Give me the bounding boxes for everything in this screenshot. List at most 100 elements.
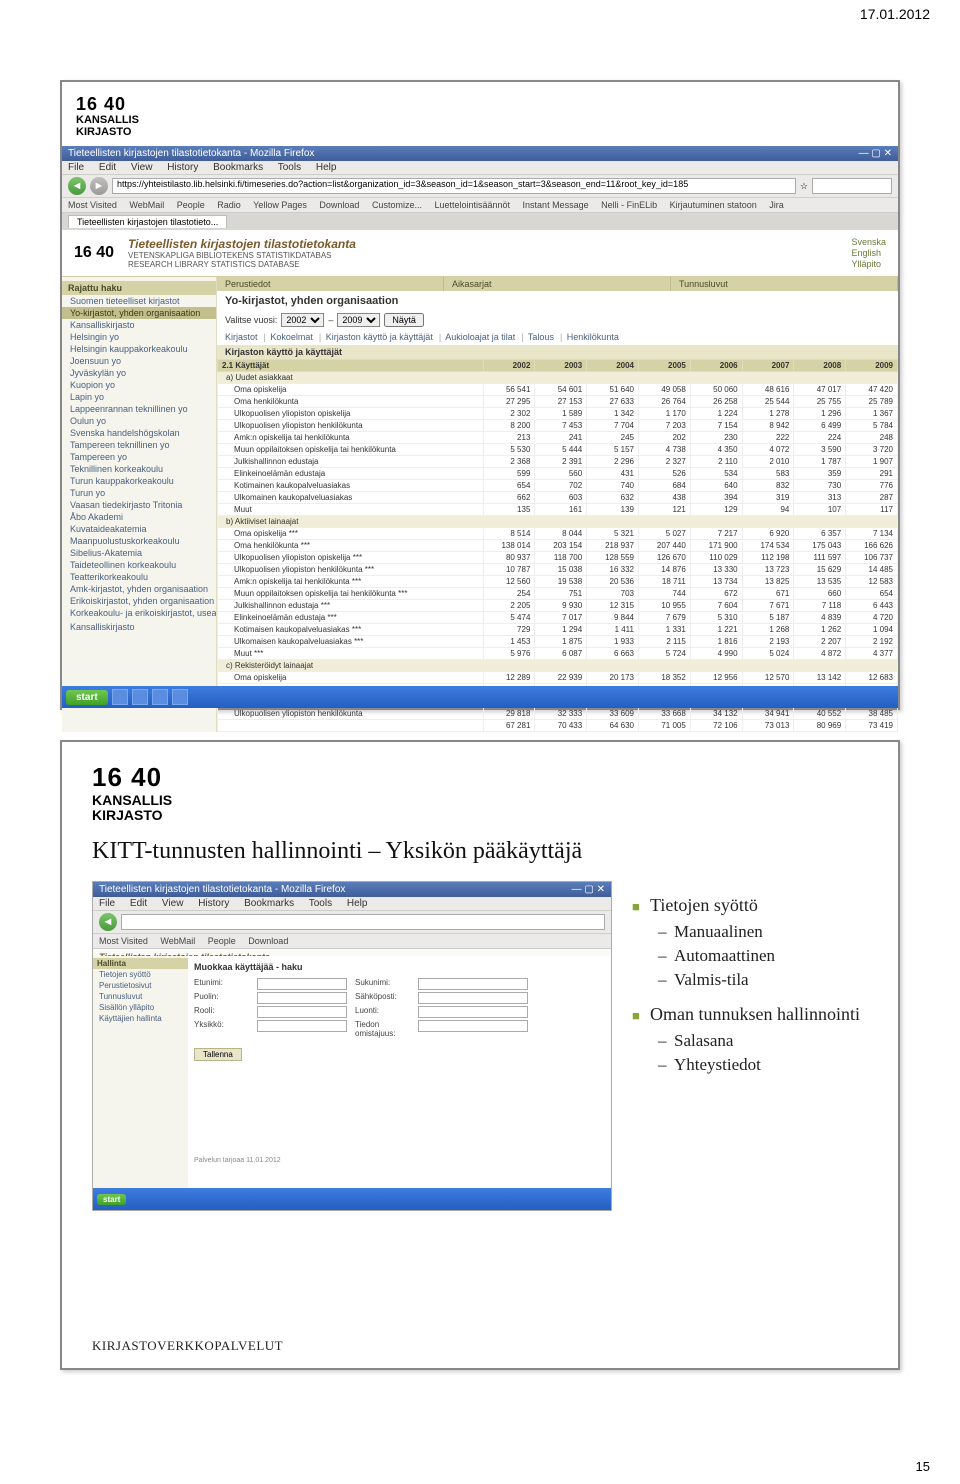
sidebar-item[interactable]: Oulun yo	[62, 415, 216, 427]
form-input[interactable]	[257, 1020, 347, 1032]
bm-4[interactable]: Yellow Pages	[253, 200, 307, 210]
mbm0[interactable]: Most Visited	[99, 936, 148, 946]
tab-timeseries[interactable]: Aikasarjat	[444, 277, 671, 291]
st-3[interactable]: Aukioloajat ja tilat	[445, 332, 515, 342]
forward-button[interactable]: ►	[90, 177, 108, 195]
task-chip[interactable]	[152, 689, 168, 705]
mini-sidebar-item[interactable]: Perustietosivut	[93, 980, 188, 991]
sidebar-item[interactable]: Sibelius-Akatemia	[62, 547, 216, 559]
mini-sidebar-item[interactable]: Sisällön ylläpito	[93, 1002, 188, 1013]
sidebar-item[interactable]: Kansalliskirjasto	[62, 319, 216, 331]
mm4[interactable]: Bookmarks	[244, 898, 294, 909]
menu-file[interactable]: File	[68, 162, 84, 173]
bm-5[interactable]: Download	[319, 200, 359, 210]
mini-sidebar-item[interactable]: Tietojen syöttö	[93, 969, 188, 980]
task-chip[interactable]	[132, 689, 148, 705]
sidebar-item[interactable]: Åbo Akademi	[62, 511, 216, 523]
mini-bookmarks[interactable]: Most Visited WebMail People Download	[93, 934, 611, 949]
sidebar-item[interactable]: Svenska handelshögskolan	[62, 427, 216, 439]
sidebar-item[interactable]: Tampereen teknillinen yo	[62, 439, 216, 451]
menu-tools[interactable]: Tools	[278, 162, 301, 173]
st-1[interactable]: Kokoelmat	[270, 332, 313, 342]
year-from[interactable]: 2002	[281, 313, 324, 327]
bm-3[interactable]: Radio	[217, 200, 241, 210]
task-chip[interactable]	[112, 689, 128, 705]
show-button[interactable]: Näytä	[384, 313, 424, 327]
mini-sidebar-item[interactable]: Käyttäjien hallinta	[93, 1013, 188, 1024]
search-box[interactable]	[812, 178, 892, 194]
sidebar-item[interactable]: Lapin yo	[62, 391, 216, 403]
sidebar-item[interactable]: Turun yo	[62, 487, 216, 499]
mm3[interactable]: History	[198, 898, 229, 909]
mbm5[interactable]: Download	[248, 936, 288, 946]
mbm1[interactable]: WebMail	[160, 936, 195, 946]
mini-start[interactable]: start	[97, 1194, 126, 1205]
sidebar-item[interactable]: Maanpuolustuskorkeakoulu	[62, 535, 216, 547]
form-input[interactable]	[257, 992, 347, 1004]
browser-menubar[interactable]: File Edit View History Bookmarks Tools H…	[62, 161, 898, 174]
form-input[interactable]	[257, 1006, 347, 1018]
bm-9[interactable]: Nelli - FinELib	[601, 200, 657, 210]
sidebar-item[interactable]: Teknillinen korkeakoulu	[62, 463, 216, 475]
form-input[interactable]	[418, 1006, 528, 1018]
form-input[interactable]	[418, 992, 528, 1004]
lang-en[interactable]: English	[851, 248, 886, 258]
sidebar-item[interactable]: Turun kauppakorkeakoulu	[62, 475, 216, 487]
sidebar-item[interactable]: Erikoiskirjastot, yhden organisaation	[62, 595, 216, 607]
bm-11[interactable]: Jira	[769, 200, 784, 210]
bookmarks-bar[interactable]: Most Visited WebMail People Radio Yellow…	[62, 198, 898, 213]
browser-tab[interactable]: Tieteellisten kirjastojen tilastotieto..…	[68, 215, 227, 228]
menu-bookmarks[interactable]: Bookmarks	[213, 162, 263, 173]
tab-indicators[interactable]: Tunnusluvut	[671, 277, 898, 291]
sidebar-item[interactable]: Kansalliskirjasto	[62, 621, 216, 633]
st-0[interactable]: Kirjastot	[225, 332, 258, 342]
bm-6[interactable]: Customize...	[372, 200, 422, 210]
menu-help[interactable]: Help	[316, 162, 337, 173]
form-input[interactable]	[418, 978, 528, 990]
sidebar-item[interactable]: Teatterikorkeakoulu	[62, 571, 216, 583]
lang-admin[interactable]: Ylläpito	[851, 259, 886, 269]
sidebar-item[interactable]: Helsingin yo	[62, 331, 216, 343]
form-input[interactable]	[257, 978, 347, 990]
sidebar-item[interactable]: Kuvataideakatemia	[62, 523, 216, 535]
star-icon[interactable]: ☆	[800, 181, 808, 192]
mm5[interactable]: Tools	[309, 898, 332, 909]
st-2[interactable]: Kirjaston käyttö ja käyttäjät	[326, 332, 433, 342]
bm-2[interactable]: People	[177, 200, 205, 210]
form-input[interactable]	[418, 1020, 528, 1032]
bm-1[interactable]: WebMail	[129, 200, 164, 210]
sidebar-item[interactable]: Amk-kirjastot, yhden organisaation	[62, 583, 216, 595]
sidebar-item[interactable]: Helsingin kauppakorkeakoulu	[62, 343, 216, 355]
task-chip[interactable]	[172, 689, 188, 705]
mm0[interactable]: File	[99, 898, 115, 909]
bm-10[interactable]: Kirjautuminen statoon	[670, 200, 757, 210]
bm-7[interactable]: Luettelointisäännöt	[434, 200, 510, 210]
mbm2[interactable]: People	[208, 936, 236, 946]
sidebar-group-all[interactable]: Suomen tieteelliset kirjastot	[62, 295, 216, 307]
sidebar-item[interactable]: Tampereen yo	[62, 451, 216, 463]
mini-menubar[interactable]: File Edit View History Bookmarks Tools H…	[93, 897, 611, 910]
lang-sv[interactable]: Svenska	[851, 237, 886, 247]
mm2[interactable]: View	[162, 898, 184, 909]
sidebar-item[interactable]: Korkeakoulu- ja erikoiskirjastot, usean …	[62, 607, 216, 619]
back-button[interactable]: ◄	[68, 177, 86, 195]
sidebar-item[interactable]: Lappeenrannan teknillinen yo	[62, 403, 216, 415]
window-controls[interactable]: — ▢ ✕	[859, 148, 892, 159]
mm1[interactable]: Edit	[130, 898, 147, 909]
year-to[interactable]: 2009	[337, 313, 380, 327]
mini-back[interactable]: ◄	[99, 913, 117, 931]
st-5[interactable]: Henkilökunta	[567, 332, 619, 342]
sidebar-item[interactable]: Jyväskylän yo	[62, 367, 216, 379]
st-4[interactable]: Talous	[528, 332, 554, 342]
bm-0[interactable]: Most Visited	[68, 200, 117, 210]
bm-8[interactable]: Instant Message	[523, 200, 589, 210]
mm6[interactable]: Help	[347, 898, 368, 909]
sidebar-item[interactable]: Joensuun yo	[62, 355, 216, 367]
sidebar-item[interactable]: Taideteollinen korkeakoulu	[62, 559, 216, 571]
sidebar-item[interactable]: Vaasan tiedekirjasto Tritonia	[62, 499, 216, 511]
mini-addr[interactable]	[121, 914, 605, 930]
tab-basic[interactable]: Perustiedot	[217, 277, 444, 291]
address-bar[interactable]: https://yhteistilasto.lib.helsinki.fi/ti…	[112, 178, 796, 194]
menu-view[interactable]: View	[131, 162, 153, 173]
sidebar-item[interactable]: Kuopion yo	[62, 379, 216, 391]
